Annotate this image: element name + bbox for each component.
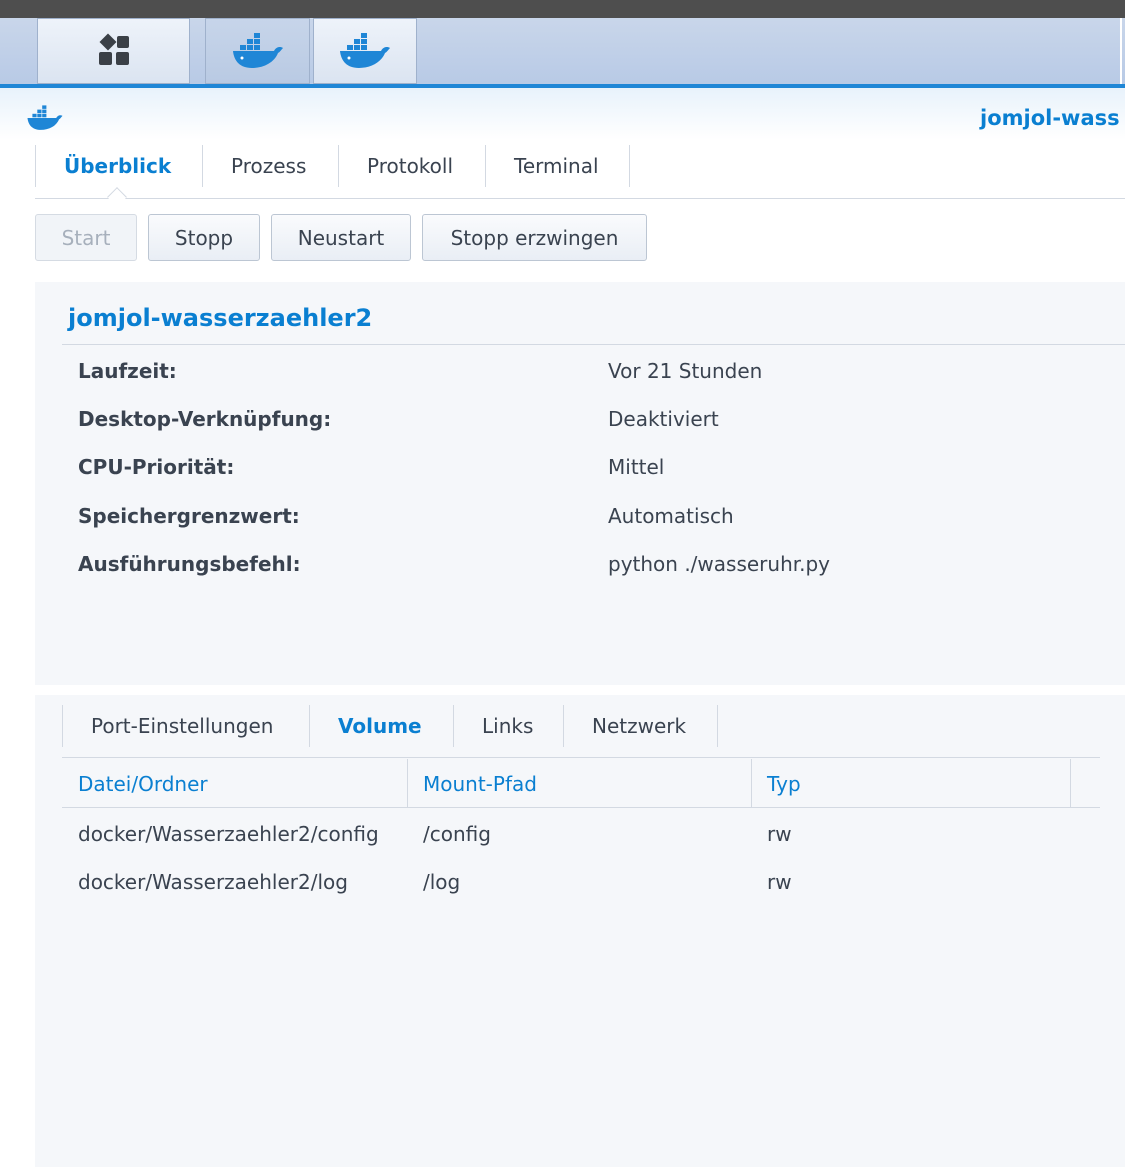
cell-type: rw (767, 870, 792, 894)
docker-whale-icon (232, 33, 283, 68)
tab-process[interactable]: Prozess (202, 145, 338, 187)
volume-table-header: Datei/Ordner Mount-Pfad Typ (62, 759, 1100, 808)
info-value: Vor 21 Stunden (608, 359, 763, 383)
table-row[interactable]: docker/Wasserzaehler2/log /log rw (62, 858, 1100, 906)
cell-type: rw (767, 822, 792, 846)
main-tabs: Überblick Prozess Protokoll Terminal (35, 145, 1125, 199)
restart-button[interactable]: Neustart (271, 214, 411, 261)
info-row-desktop-shortcut: Desktop-Verknüpfung: Deaktiviert (35, 407, 1125, 455)
info-value: python ./wasseruhr.py (608, 552, 831, 576)
taskbar-docker-app-1[interactable] (205, 18, 310, 84)
tab-network[interactable]: Netzwerk (563, 705, 718, 747)
tab-terminal[interactable]: Terminal (485, 145, 630, 187)
info-label: Speichergrenzwert: (78, 504, 300, 528)
table-row[interactable]: docker/Wasserzaehler2/config /config rw (62, 810, 1100, 858)
stop-button[interactable]: Stopp (148, 214, 260, 261)
docker-whale-icon (340, 33, 390, 68)
tab-port-settings[interactable]: Port-Einstellungen (62, 705, 309, 747)
cell-mount-path: /config (423, 822, 491, 846)
info-value: Mittel (608, 455, 665, 479)
info-label: CPU-Priorität: (78, 455, 235, 479)
window-header[interactable]: jomjol-wass (0, 88, 1125, 140)
docker-whale-icon (27, 105, 63, 130)
container-name: jomjol-wasserzaehler2 (68, 304, 373, 332)
info-row-memory-limit: Speichergrenzwert: Automatisch (35, 504, 1125, 552)
cell-file-folder: docker/Wasserzaehler2/log (78, 870, 348, 894)
tab-overview[interactable]: Überblick (35, 145, 202, 187)
info-value: Automatisch (608, 504, 734, 528)
force-stop-button[interactable]: Stopp erzwingen (422, 214, 647, 261)
system-top-bar (0, 0, 1125, 18)
divider (62, 344, 1125, 345)
info-row-runtime: Laufzeit: Vor 21 Stunden (35, 359, 1125, 407)
overview-panel: jomjol-wasserzaehler2 Laufzeit: Vor 21 S… (35, 282, 1125, 685)
tab-log[interactable]: Protokoll (338, 145, 485, 187)
column-header-type[interactable]: Typ (751, 759, 1069, 808)
settings-panel: Port-Einstellungen Volume Links Netzwerk… (35, 695, 1125, 1167)
taskbar (0, 18, 1125, 84)
info-label: Desktop-Verknüpfung: (78, 407, 332, 431)
info-value: Deaktiviert (608, 407, 719, 431)
tab-links[interactable]: Links (453, 705, 563, 747)
info-row-command: Ausführungsbefehl: python ./wasseruhr.py (35, 552, 1125, 600)
info-label: Ausführungsbefehl: (78, 552, 301, 576)
grid-launcher-icon (98, 33, 129, 65)
info-row-cpu-priority: CPU-Priorität: Mittel (35, 455, 1125, 503)
start-button[interactable]: Start (35, 214, 137, 261)
taskbar-docker-app-2[interactable] (313, 18, 417, 84)
tab-volume[interactable]: Volume (309, 705, 453, 747)
cell-file-folder: docker/Wasserzaehler2/config (78, 822, 379, 846)
column-header-mount-path[interactable]: Mount-Pfad (407, 759, 751, 808)
taskbar-edge (1120, 18, 1122, 84)
column-header-file-folder[interactable]: Datei/Ordner (62, 759, 407, 808)
info-label: Laufzeit: (78, 359, 177, 383)
cell-mount-path: /log (423, 870, 461, 894)
settings-tabs: Port-Einstellungen Volume Links Netzwerk (62, 705, 1100, 758)
main-menu-button[interactable] (37, 18, 190, 84)
column-separator (1070, 759, 1071, 808)
window-title: jomjol-wass (980, 106, 1120, 130)
